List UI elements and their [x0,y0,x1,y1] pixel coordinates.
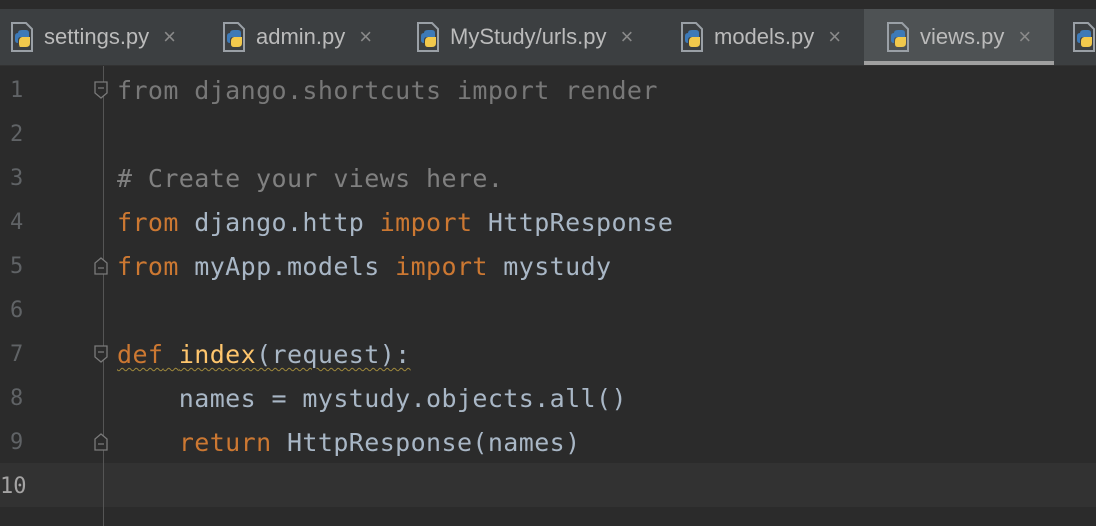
code-text: from django.http import HttpResponse [117,201,673,245]
tab-mystudy-urls-py[interactable]: MyStudy/urls.py × [414,9,654,65]
line-number: 8 [10,386,24,411]
tab-admin-py[interactable]: admin.py × [220,9,388,65]
code-token: HttpResponse [472,208,674,237]
code-line[interactable]: 2 [0,113,1096,157]
line-number: 10 [0,474,27,499]
code-token: from [117,76,179,105]
tab-label: models.py [714,24,815,49]
python-file-icon [884,21,914,53]
line-number: 6 [10,298,24,323]
code-token: django.shortcuts [178,76,457,105]
tab-views-py[interactable]: views.py × [864,9,1054,65]
line-number: 2 [10,122,24,147]
code-token: from [117,252,179,281]
tab-label: settings.py [44,24,150,49]
close-icon[interactable]: × [1018,24,1031,50]
python-file-icon [8,21,38,53]
code-line[interactable]: 5 from myApp.models import mystudy [0,245,1096,289]
code-token: django.http [178,208,380,237]
tab-models-py[interactable]: models.py × [678,9,858,65]
code-token: import [456,76,550,105]
code-token: import [395,252,488,281]
code-line[interactable]: 10 [0,465,1096,509]
fold-end-icon[interactable] [94,257,108,275]
code-token: (request): [256,340,411,369]
tab-label: admin.py [256,24,346,49]
close-icon[interactable]: × [163,24,176,50]
fold-end-icon[interactable] [94,433,108,451]
code-text: names = mystudy.objects.all() [117,377,627,421]
line-number: 3 [10,166,24,191]
code-editor[interactable]: 1 from django.shortcuts import render 2 3 # … [0,66,1096,526]
tab-label: views.py [920,24,1005,49]
line-number: 1 [10,78,24,103]
line-number: 7 [10,342,24,367]
python-file-icon [678,21,708,53]
code-token: render [549,76,658,105]
close-icon[interactable]: × [621,24,634,50]
code-token: return [178,428,272,457]
code-line[interactable]: 6 [0,289,1096,333]
code-line[interactable]: 9 return HttpResponse(names) [0,421,1096,465]
code-token: HttpResponse(names) [271,428,581,457]
line-number: 5 [10,254,24,279]
code-token: def [117,340,164,369]
code-token: from [117,208,179,237]
python-file-icon [220,21,250,53]
code-line[interactable]: 8 names = mystudy.objects.all() [0,377,1096,421]
fold-start-icon[interactable] [94,81,108,99]
code-token: import [379,208,473,237]
python-file-icon [414,21,444,53]
code-token: names = mystudy.objects.all() [117,384,627,413]
code-text: def index(request): [117,333,411,377]
code-text: return HttpResponse(names) [117,421,581,465]
code-text: # Create your views here. [117,157,503,201]
code-text: from django.shortcuts import render [117,69,658,113]
code-text: from myApp.models import mystudy [117,245,611,289]
tab-settings-py[interactable]: settings.py × [8,9,198,65]
code-token: mystudy [487,252,612,281]
close-icon[interactable]: × [828,24,841,50]
code-line[interactable]: 4 from django.http import HttpResponse [0,201,1096,245]
line-number: 4 [10,210,24,235]
tab-label: MyStudy/urls.py [450,24,607,49]
code-line[interactable]: 7 def index(request): [0,333,1096,377]
fold-start-icon[interactable] [94,345,108,363]
code-line[interactable]: 1 from django.shortcuts import render [0,69,1096,113]
line-number: 9 [10,430,24,455]
code-line[interactable]: 3 # Create your views here. [0,157,1096,201]
close-icon[interactable]: × [359,24,372,50]
code-token: # Create your views here. [117,164,504,193]
code-token: myApp.models [178,252,396,281]
python-file-icon [1070,21,1096,53]
tab-overflow[interactable] [1070,9,1096,65]
editor-tab-bar: settings.py × admin.py × MyStudy/urls.py… [0,0,1096,66]
code-token: index [178,340,257,369]
